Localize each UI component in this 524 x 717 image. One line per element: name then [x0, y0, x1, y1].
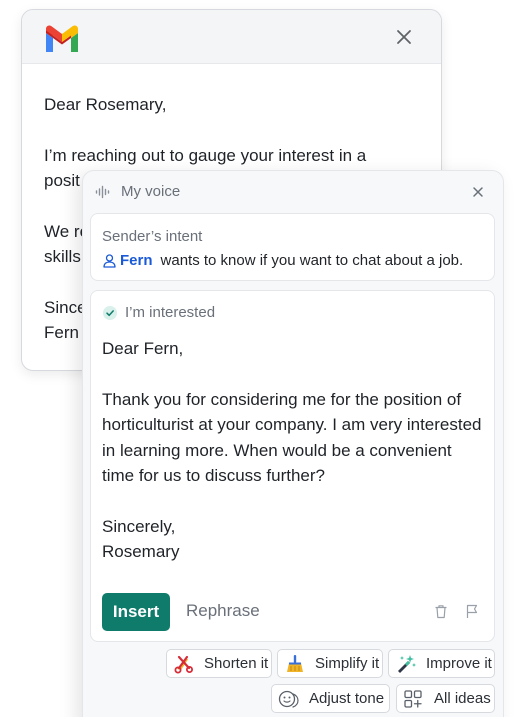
my-voice-panel: My voice Sender’s intent Fern wants to k…	[82, 170, 504, 717]
adjust-tone-button[interactable]: Adjust tone	[271, 684, 390, 713]
shorten-it-label: Shorten it	[204, 655, 269, 672]
person-icon	[103, 253, 116, 268]
reply-body: Thank you for considering me for the pos…	[102, 389, 482, 486]
check-circle-icon	[103, 306, 117, 320]
email-signature-name: Fern	[44, 323, 79, 342]
flag-icon[interactable]	[465, 604, 479, 619]
panel-header: My voice	[83, 171, 503, 213]
simplify-it-label: Simplify it	[315, 655, 380, 672]
all-ideas-label: All ideas	[434, 690, 491, 707]
broom-icon	[287, 654, 303, 672]
reply-text: Dear Fern, Thank you for considering me …	[102, 336, 487, 565]
trash-icon[interactable]	[434, 604, 448, 619]
voice-icon	[95, 185, 110, 199]
all-ideas-button[interactable]: All ideas	[396, 684, 495, 713]
improve-it-button[interactable]: Improve it	[388, 649, 495, 678]
reply-greeting: Dear Fern,	[102, 339, 184, 358]
reply-signature: Sincerely, Rosemary	[102, 514, 487, 565]
email-line: posit	[44, 171, 80, 190]
improve-it-label: Improve it	[426, 655, 492, 672]
reply-signature-name: Rosemary	[102, 542, 180, 561]
reply-suggestion-card: I’m interested Dear Fern, Thank you for …	[90, 290, 495, 642]
adjust-tone-label: Adjust tone	[309, 690, 385, 707]
scissors-icon	[174, 655, 193, 673]
simplify-it-button[interactable]: Simplify it	[277, 649, 383, 678]
intent-summary: Fern wants to know if you want to chat a…	[103, 252, 463, 269]
close-icon[interactable]	[395, 28, 413, 46]
email-line: I’m reaching out to gauge your interest …	[44, 146, 367, 165]
close-icon[interactable]	[472, 186, 484, 198]
email-line: skills	[44, 247, 81, 266]
insert-button[interactable]: Insert	[102, 593, 170, 631]
intent-text: wants to know if you want to chat about …	[160, 252, 464, 269]
email-greeting: Dear Rosemary,	[44, 95, 167, 114]
reply-label: I’m interested	[125, 304, 216, 321]
intent-label: Sender’s intent	[102, 228, 203, 245]
rephrase-button[interactable]: Rephrase	[186, 601, 260, 621]
magic-wand-icon	[398, 654, 416, 673]
gmail-logo	[46, 25, 78, 52]
sender-name: Fern	[120, 252, 153, 269]
reply-signoff: Sincerely,	[102, 516, 176, 536]
email-header	[22, 10, 441, 64]
shorten-it-button[interactable]: Shorten it	[166, 649, 272, 678]
face-icon	[278, 690, 299, 708]
sender-intent-card: Sender’s intent Fern wants to know if yo…	[90, 213, 495, 281]
email-signoff: Since	[44, 298, 87, 317]
grid-icon	[404, 689, 422, 708]
panel-title: My voice	[121, 183, 181, 200]
